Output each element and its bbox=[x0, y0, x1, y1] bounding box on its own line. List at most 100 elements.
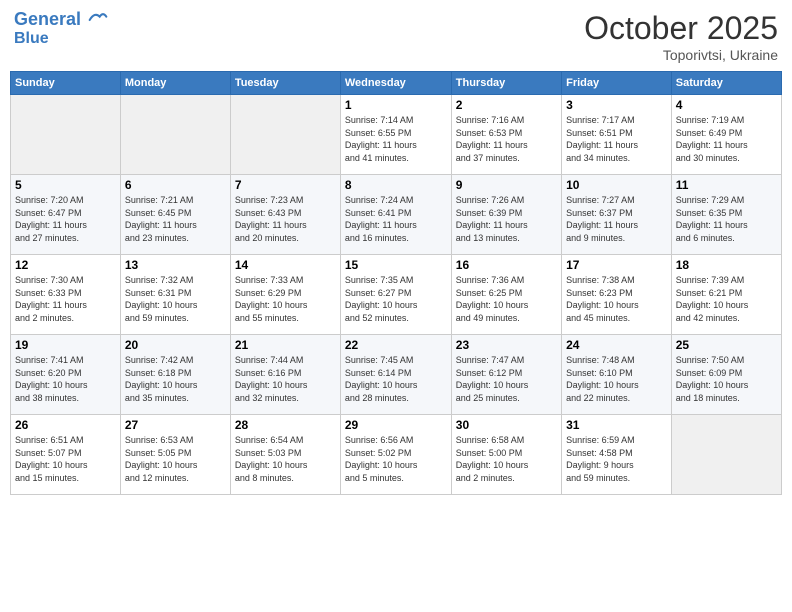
day-info: Sunrise: 6:56 AM Sunset: 5:02 PM Dayligh… bbox=[345, 434, 447, 484]
calendar-week-row: 5 Sunrise: 7:20 AM Sunset: 6:47 PM Daylig… bbox=[11, 175, 782, 255]
day-number: 12 bbox=[15, 258, 116, 272]
day-info: Sunrise: 7:14 AM Sunset: 6:55 PM Dayligh… bbox=[345, 114, 447, 164]
day-number: 28 bbox=[235, 418, 336, 432]
day-of-week-header: Tuesday bbox=[230, 72, 340, 95]
day-number: 17 bbox=[566, 258, 667, 272]
calendar-cell: 17 Sunrise: 7:38 AM Sunset: 6:23 PM Dayli… bbox=[562, 255, 672, 335]
day-info: Sunrise: 7:50 AM Sunset: 6:09 PM Dayligh… bbox=[676, 354, 777, 404]
page-header: General Blue October 2025 Toporivtsi, Uk… bbox=[10, 10, 782, 63]
calendar-cell: 31 Sunrise: 6:59 AM Sunset: 4:58 PM Dayli… bbox=[562, 415, 672, 495]
day-info: Sunrise: 7:23 AM Sunset: 6:43 PM Dayligh… bbox=[235, 194, 336, 244]
calendar-cell: 8 Sunrise: 7:24 AM Sunset: 6:41 PM Daylig… bbox=[340, 175, 451, 255]
day-number: 15 bbox=[345, 258, 447, 272]
day-info: Sunrise: 7:29 AM Sunset: 6:35 PM Dayligh… bbox=[676, 194, 777, 244]
day-number: 18 bbox=[676, 258, 777, 272]
calendar-cell: 18Sunrise: 7:39 AM Sunset: 6:21 PM Dayli… bbox=[671, 255, 781, 335]
day-info: Sunrise: 6:51 AM Sunset: 5:07 PM Dayligh… bbox=[15, 434, 116, 484]
day-info: Sunrise: 7:35 AM Sunset: 6:27 PM Dayligh… bbox=[345, 274, 447, 324]
day-info: Sunrise: 7:47 AM Sunset: 6:12 PM Dayligh… bbox=[456, 354, 557, 404]
day-info: Sunrise: 7:36 AM Sunset: 6:25 PM Dayligh… bbox=[456, 274, 557, 324]
day-info: Sunrise: 6:59 AM Sunset: 4:58 PM Dayligh… bbox=[566, 434, 667, 484]
day-info: Sunrise: 7:30 AM Sunset: 6:33 PM Dayligh… bbox=[15, 274, 116, 324]
day-info: Sunrise: 7:20 AM Sunset: 6:47 PM Dayligh… bbox=[15, 194, 116, 244]
calendar-cell: 24 Sunrise: 7:48 AM Sunset: 6:10 PM Dayli… bbox=[562, 335, 672, 415]
logo-text: General bbox=[14, 10, 108, 30]
day-info: Sunrise: 7:32 AM Sunset: 6:31 PM Dayligh… bbox=[125, 274, 226, 324]
day-info: Sunrise: 7:24 AM Sunset: 6:41 PM Dayligh… bbox=[345, 194, 447, 244]
day-number: 14 bbox=[235, 258, 336, 272]
day-number: 20 bbox=[125, 338, 226, 352]
day-of-week-header: Thursday bbox=[451, 72, 561, 95]
day-of-week-header: Monday bbox=[120, 72, 230, 95]
calendar-week-row: 19 Sunrise: 7:41 AM Sunset: 6:20 PM Dayli… bbox=[11, 335, 782, 415]
day-info: Sunrise: 7:21 AM Sunset: 6:45 PM Dayligh… bbox=[125, 194, 226, 244]
day-of-week-header: Saturday bbox=[671, 72, 781, 95]
calendar-cell bbox=[230, 95, 340, 175]
calendar-week-row: 12 Sunrise: 7:30 AM Sunset: 6:33 PM Dayli… bbox=[11, 255, 782, 335]
calendar-cell: 27 Sunrise: 6:53 AM Sunset: 5:05 PM Dayli… bbox=[120, 415, 230, 495]
calendar-cell: 13 Sunrise: 7:32 AM Sunset: 6:31 PM Dayli… bbox=[120, 255, 230, 335]
day-number: 8 bbox=[345, 178, 447, 192]
day-number: 11 bbox=[676, 178, 777, 192]
day-info: Sunrise: 7:27 AM Sunset: 6:37 PM Dayligh… bbox=[566, 194, 667, 244]
calendar-cell: 22Sunrise: 7:45 AM Sunset: 6:14 PM Dayli… bbox=[340, 335, 451, 415]
day-number: 24 bbox=[566, 338, 667, 352]
calendar-cell: 29 Sunrise: 6:56 AM Sunset: 5:02 PM Dayli… bbox=[340, 415, 451, 495]
day-info: Sunrise: 7:44 AM Sunset: 6:16 PM Dayligh… bbox=[235, 354, 336, 404]
day-info: Sunrise: 7:33 AM Sunset: 6:29 PM Dayligh… bbox=[235, 274, 336, 324]
calendar-cell: 19 Sunrise: 7:41 AM Sunset: 6:20 PM Dayli… bbox=[11, 335, 121, 415]
day-info: Sunrise: 7:26 AM Sunset: 6:39 PM Dayligh… bbox=[456, 194, 557, 244]
day-number: 31 bbox=[566, 418, 667, 432]
day-number: 13 bbox=[125, 258, 226, 272]
calendar-cell bbox=[671, 415, 781, 495]
calendar-cell: 16 Sunrise: 7:36 AM Sunset: 6:25 PM Dayli… bbox=[451, 255, 561, 335]
day-info: Sunrise: 7:42 AM Sunset: 6:18 PM Dayligh… bbox=[125, 354, 226, 404]
calendar-cell: 25Sunrise: 7:50 AM Sunset: 6:09 PM Dayli… bbox=[671, 335, 781, 415]
calendar-cell bbox=[11, 95, 121, 175]
day-number: 30 bbox=[456, 418, 557, 432]
month-title: October 2025 bbox=[584, 10, 778, 47]
day-number: 1 bbox=[345, 98, 447, 112]
calendar-cell: 6 Sunrise: 7:21 AM Sunset: 6:45 PM Daylig… bbox=[120, 175, 230, 255]
day-info: Sunrise: 6:54 AM Sunset: 5:03 PM Dayligh… bbox=[235, 434, 336, 484]
calendar-cell bbox=[120, 95, 230, 175]
calendar-cell: 2 Sunrise: 7:16 AM Sunset: 6:53 PM Daylig… bbox=[451, 95, 561, 175]
calendar-cell: 4Sunrise: 7:19 AM Sunset: 6:49 PM Daylig… bbox=[671, 95, 781, 175]
day-number: 3 bbox=[566, 98, 667, 112]
day-info: Sunrise: 6:58 AM Sunset: 5:00 PM Dayligh… bbox=[456, 434, 557, 484]
day-number: 23 bbox=[456, 338, 557, 352]
calendar-cell: 14 Sunrise: 7:33 AM Sunset: 6:29 PM Dayli… bbox=[230, 255, 340, 335]
calendar-cell: 20 Sunrise: 7:42 AM Sunset: 6:18 PM Dayli… bbox=[120, 335, 230, 415]
day-number: 5 bbox=[15, 178, 116, 192]
day-number: 19 bbox=[15, 338, 116, 352]
day-of-week-header: Friday bbox=[562, 72, 672, 95]
calendar-cell: 11 Sunrise: 7:29 AM Sunset: 6:35 PM Dayli… bbox=[671, 175, 781, 255]
day-number: 4 bbox=[676, 98, 777, 112]
day-number: 26 bbox=[15, 418, 116, 432]
day-number: 9 bbox=[456, 178, 557, 192]
day-number: 2 bbox=[456, 98, 557, 112]
day-number: 29 bbox=[345, 418, 447, 432]
day-info: Sunrise: 7:38 AM Sunset: 6:23 PM Dayligh… bbox=[566, 274, 667, 324]
day-number: 27 bbox=[125, 418, 226, 432]
title-block: October 2025 Toporivtsi, Ukraine bbox=[584, 10, 778, 63]
day-number: 7 bbox=[235, 178, 336, 192]
calendar-week-row: 1 Sunrise: 7:14 AM Sunset: 6:55 PM Daylig… bbox=[11, 95, 782, 175]
calendar-cell: 1 Sunrise: 7:14 AM Sunset: 6:55 PM Daylig… bbox=[340, 95, 451, 175]
day-number: 6 bbox=[125, 178, 226, 192]
calendar-cell: 7 Sunrise: 7:23 AM Sunset: 6:43 PM Daylig… bbox=[230, 175, 340, 255]
day-info: Sunrise: 7:16 AM Sunset: 6:53 PM Dayligh… bbox=[456, 114, 557, 164]
day-info: Sunrise: 6:53 AM Sunset: 5:05 PM Dayligh… bbox=[125, 434, 226, 484]
calendar-cell: 3Sunrise: 7:17 AM Sunset: 6:51 PM Daylig… bbox=[562, 95, 672, 175]
location-title: Toporivtsi, Ukraine bbox=[584, 47, 778, 63]
day-info: Sunrise: 7:48 AM Sunset: 6:10 PM Dayligh… bbox=[566, 354, 667, 404]
day-of-week-header: Sunday bbox=[11, 72, 121, 95]
day-of-week-header: Wednesday bbox=[340, 72, 451, 95]
calendar-cell: 23 Sunrise: 7:47 AM Sunset: 6:12 PM Dayli… bbox=[451, 335, 561, 415]
day-number: 16 bbox=[456, 258, 557, 272]
day-number: 22 bbox=[345, 338, 447, 352]
day-number: 10 bbox=[566, 178, 667, 192]
day-info: Sunrise: 7:41 AM Sunset: 6:20 PM Dayligh… bbox=[15, 354, 116, 404]
calendar-table: SundayMondayTuesdayWednesdayThursdayFrid… bbox=[10, 71, 782, 495]
day-number: 21 bbox=[235, 338, 336, 352]
